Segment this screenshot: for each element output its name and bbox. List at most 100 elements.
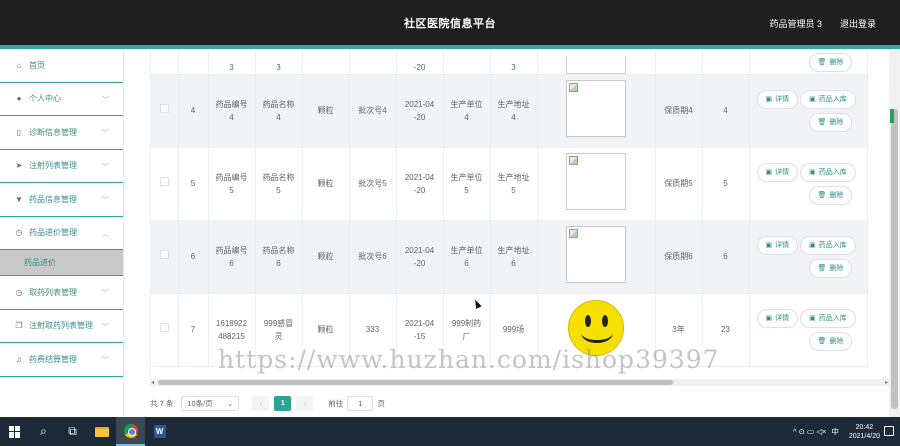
stock-in-button[interactable]: ▣ 药品入库	[800, 308, 856, 328]
cell-shelf-life: 3年	[655, 293, 703, 367]
trash-icon: 🗑	[817, 264, 827, 272]
sidebar-item-medicine-info[interactable]: ▼ 药品信息管理 ﹀	[0, 183, 123, 217]
chrome-icon[interactable]	[116, 417, 145, 446]
broken-image-placeholder	[566, 226, 626, 283]
start-button[interactable]	[0, 417, 29, 446]
row-checkbox[interactable]	[159, 323, 169, 332]
sidebar-item-purchase-price[interactable]: ◷ 药品进价管理 ︿	[0, 217, 123, 250]
cell-code: 药品编号 5	[208, 147, 256, 221]
clock[interactable]: 20:42 2021/4/20	[849, 423, 880, 441]
prev-page-button[interactable]: ‹	[252, 395, 270, 411]
cell-shelf-life: 保质期6	[655, 220, 703, 294]
cell-index: 7	[178, 293, 209, 367]
clock-icon: ◷	[15, 287, 23, 297]
cell-shelf-life: 保质期4	[655, 74, 703, 148]
delete-button[interactable]: 🗑 删除	[808, 258, 853, 278]
cell-form: 颗粒	[302, 147, 350, 221]
pagination: 共 7 条 10条/页 ⌄ ‹ 1 › 前往 1 页	[150, 395, 385, 411]
delete-button[interactable]: 🗑 删除	[808, 112, 853, 132]
sidebar-item-label: 药品信息管理	[29, 194, 77, 204]
trash-icon: 🗑	[817, 337, 827, 345]
logout-link[interactable]: 退出登录	[840, 17, 876, 30]
word-icon[interactable]: W	[145, 417, 174, 446]
cell-actions: ▣ 详情 ▣ 药品入库 🗑 删除	[749, 147, 868, 221]
scroll-left-icon[interactable]: ◂	[151, 379, 154, 386]
copy-icon: ❐	[15, 321, 23, 331]
cell-actions: ▣ 详情 ▣ 药品入库 🗑 删除	[749, 293, 868, 367]
scroll-right-icon[interactable]: ▸	[885, 379, 888, 386]
scrollbar-thumb[interactable]	[158, 380, 673, 385]
chevron-down-icon: ﹀	[102, 130, 109, 137]
current-user-label: 药品管理员 3	[769, 19, 822, 29]
detail-button[interactable]: ▣ 详情	[756, 162, 799, 182]
stock-in-icon: ▣	[809, 241, 816, 249]
cell-date: 2021-04 -20	[396, 147, 444, 221]
detail-button[interactable]: ▣ 详情	[756, 235, 799, 255]
cell-date: 2021-04 -20	[396, 220, 444, 294]
cell-unit: 999制药厂	[443, 293, 491, 367]
medicine-icon: ▼	[15, 194, 23, 204]
sidebar-item-personal-center[interactable]: ● 个人中心 ﹀	[0, 83, 123, 116]
broken-image-icon	[569, 229, 578, 238]
cell-batch: 批次号4	[349, 74, 397, 148]
sidebar-item-label: 注射取药列表管理	[29, 321, 93, 331]
scrollbar-marker	[890, 109, 894, 123]
app-window: 社区医院信息平台 药品管理员 3 退出登录 ⌂ 首页 ● 个人中心 ﹀ ▯ 诊断…	[0, 0, 900, 446]
cell-form: 颗粒	[302, 293, 350, 367]
sidebar-item-injection-list[interactable]: ➤ 注射列表管理 ﹀	[0, 150, 123, 183]
delete-button[interactable]: 🗑 删除	[808, 331, 853, 351]
chevron-down-icon: ﹀	[102, 96, 109, 104]
scrollbar-thumb[interactable]	[891, 109, 898, 409]
sidebar-item-diagnosis[interactable]: ▯ 诊断信息管理 ﹀	[0, 116, 123, 150]
goto-label: 前往	[328, 398, 344, 408]
cell-code: 药品编号 6	[208, 220, 256, 294]
cell-index: 4	[178, 74, 209, 148]
search-icon[interactable]: ⌕	[29, 417, 58, 446]
stock-in-button[interactable]: ▣ 药品入库	[800, 89, 856, 109]
ime-indicator[interactable]: 中	[831, 426, 839, 437]
user-icon: ●	[16, 94, 22, 104]
stock-in-button[interactable]: ▣ 药品入库	[800, 162, 856, 182]
submenu-item-purchase-price[interactable]: 药品进价	[0, 250, 123, 276]
horizontal-scrollbar[interactable]: ◂ ▸	[150, 379, 890, 386]
row-checkbox[interactable]	[159, 250, 169, 259]
row-checkbox[interactable]	[159, 177, 169, 186]
os-taskbar: ⌕ ⧉ W ^ ⊙ ▭ ◁× 中 20:42 2021/4/20	[0, 417, 900, 446]
cell-code: 3	[208, 49, 256, 75]
page-size-select[interactable]: 10条/页 ⌄	[181, 395, 240, 411]
detail-button[interactable]: ▣ 详情	[756, 308, 799, 328]
sidebar-item-pickup-list[interactable]: ◷ 取药列表管理 ﹀	[0, 276, 123, 310]
task-view-icon[interactable]: ⧉	[58, 417, 87, 446]
table-row: 4 药品编号 4 药品名称 4 颗粒 批次号4 2021-04 -20 生产单位 4 生…	[151, 74, 868, 148]
notification-icon[interactable]	[884, 426, 894, 436]
delete-button[interactable]: 🗑 删除	[808, 52, 853, 72]
sidebar-menu: ⌂ 首页 ● 个人中心 ﹀ ▯ 诊断信息管理 ﹀ ➤ 注射列表管理 ﹀ ▼ 药品…	[0, 49, 124, 417]
delete-button[interactable]: 🗑 删除	[808, 185, 853, 205]
chevron-up-icon: ︿	[102, 230, 109, 238]
cell-address: 生产地址 5	[490, 147, 538, 221]
stock-in-icon: ▣	[809, 95, 816, 103]
goto-page-input[interactable]: 1	[347, 395, 374, 411]
page-number-current[interactable]: 1	[274, 395, 292, 411]
cell-date: -20	[396, 49, 444, 75]
file-explorer-icon[interactable]	[87, 417, 116, 446]
cell-image	[537, 147, 656, 221]
smiley-image	[568, 299, 624, 356]
cell-actions: ▣ 详情 ▣ 药品入库 🗑 删除	[749, 74, 868, 148]
table-row: 7 1618922 488215 999感冒灵 颗粒 333 2021-04 -15…	[151, 293, 868, 367]
detail-button[interactable]: ▣ 详情	[756, 89, 799, 109]
sidebar-item-fee-settlement[interactable]: ♫ 药费结算管理 ﹀	[0, 343, 123, 377]
sidebar-item-label: 诊断信息管理	[29, 127, 77, 137]
tray-icons[interactable]: ^ ⊙ ▭ ◁×	[793, 427, 826, 436]
cell-batch: 333	[349, 293, 397, 367]
row-checkbox[interactable]	[159, 104, 169, 113]
cell-actions: ▣ 详情 ▣ 药品入库 🗑 删除	[749, 220, 868, 294]
next-page-button[interactable]: ›	[296, 395, 314, 411]
sidebar-item-home[interactable]: ⌂ 首页	[0, 49, 123, 83]
stock-in-button[interactable]: ▣ 药品入库	[800, 235, 856, 255]
vertical-scrollbar[interactable]	[889, 49, 900, 417]
sidebar-item-label: 药费结算管理	[29, 354, 77, 364]
clock-icon: ◷	[15, 228, 23, 238]
table-row: 5 药品编号 5 药品名称 5 颗粒 批次号5 2021-04 -20 生产单位 5 生…	[151, 147, 868, 221]
sidebar-item-injection-pickup[interactable]: ❐ 注射取药列表管理 ﹀	[0, 310, 123, 343]
